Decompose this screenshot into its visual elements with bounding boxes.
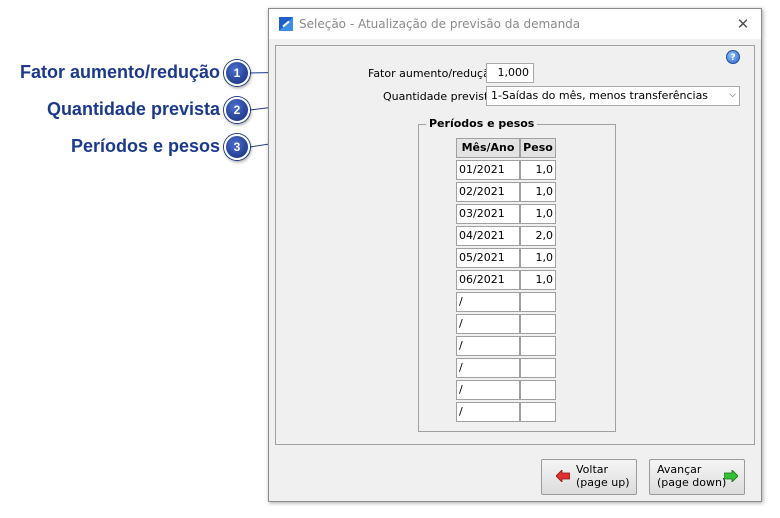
- quantidade-label: Quantidade prevista: [383, 90, 496, 103]
- back-button-line2: (page up): [576, 476, 630, 489]
- weight-cell[interactable]: 1,0: [520, 160, 556, 180]
- quantidade-select[interactable]: 1-Saídas do mês, menos transferências ⌵: [486, 86, 740, 106]
- callout-label-fator: Fator aumento/redução: [19, 62, 220, 82]
- quantidade-selected-value: 1-Saídas do mês, menos transferências: [491, 89, 709, 102]
- period-cell[interactable]: /: [456, 402, 520, 422]
- next-button-label: Avançar (page down): [657, 463, 726, 489]
- back-button-line1: Voltar: [576, 463, 609, 476]
- period-cell[interactable]: 02/2021: [456, 182, 520, 202]
- period-cell[interactable]: 03/2021: [456, 204, 520, 224]
- period-cell[interactable]: 04/2021: [456, 226, 520, 246]
- period-cell[interactable]: 05/2021: [456, 248, 520, 268]
- col-header-peso: Peso: [520, 138, 556, 158]
- arrow-right-icon: [724, 470, 738, 482]
- weight-cell[interactable]: [520, 402, 556, 422]
- arrow-left-icon: [556, 470, 570, 482]
- fator-input[interactable]: 1,000: [486, 63, 534, 83]
- weight-cell[interactable]: 1,0: [520, 270, 556, 290]
- period-cell[interactable]: 06/2021: [456, 270, 520, 290]
- periodos-group-title: Períodos e pesos: [426, 117, 538, 130]
- back-button-label: Voltar (page up): [576, 463, 630, 489]
- period-cell[interactable]: /: [456, 380, 520, 400]
- weight-cell[interactable]: [520, 336, 556, 356]
- callout-badge-2: 2: [224, 97, 250, 123]
- period-cell[interactable]: /: [456, 336, 520, 356]
- col-header-mes-ano: Mês/Ano: [456, 138, 520, 158]
- callout-badge-3: 3: [224, 134, 250, 160]
- weight-cell[interactable]: [520, 314, 556, 334]
- weight-cell[interactable]: 1,0: [520, 204, 556, 224]
- next-button-line2: (page down): [657, 476, 727, 489]
- weight-cell[interactable]: [520, 380, 556, 400]
- weight-cell[interactable]: [520, 358, 556, 378]
- period-cell[interactable]: /: [456, 358, 520, 378]
- weight-cell[interactable]: 1,0: [520, 182, 556, 202]
- period-cell[interactable]: 01/2021: [456, 160, 520, 180]
- window-title: Seleção - Atualização de previsão da dem…: [299, 17, 581, 31]
- callout-label-quantidade: Quantidade prevista: [46, 99, 220, 119]
- fator-label: Fator aumento/redução: [368, 67, 497, 80]
- callout-label-periodos: Períodos e pesos: [70, 136, 220, 156]
- close-button[interactable]: ✕: [733, 14, 753, 34]
- weight-cell[interactable]: 2,0: [520, 226, 556, 246]
- callout-badge-1: 1: [224, 60, 250, 86]
- weight-cell[interactable]: 1,0: [520, 248, 556, 268]
- next-button[interactable]: Avançar (page down): [649, 459, 745, 495]
- title-bar[interactable]: Seleção - Atualização de previsão da dem…: [269, 9, 761, 39]
- weight-cell[interactable]: [520, 292, 556, 312]
- period-cell[interactable]: /: [456, 292, 520, 312]
- dialog-window: Seleção - Atualização de previsão da dem…: [268, 8, 762, 502]
- periodos-groupbox: Períodos e pesos Mês/Ano Peso 01/2021 1,0…: [418, 117, 616, 432]
- period-cell[interactable]: /: [456, 314, 520, 334]
- next-button-line1: Avançar: [657, 463, 702, 476]
- help-icon[interactable]: ?: [726, 50, 740, 64]
- app-icon: [279, 17, 293, 31]
- chevron-down-icon: ⌵: [729, 90, 736, 100]
- content-panel: ? Fator aumento/redução 1,000 Quantidade…: [275, 45, 755, 445]
- back-button[interactable]: Voltar (page up): [541, 459, 637, 495]
